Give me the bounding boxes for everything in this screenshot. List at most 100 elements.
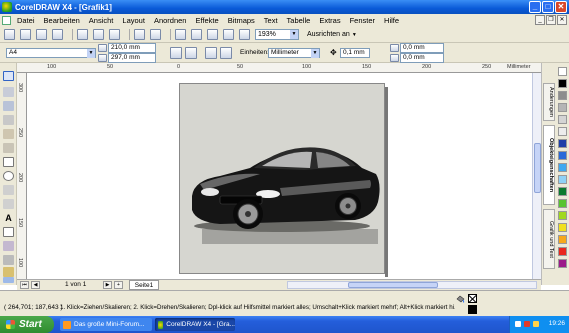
duplicate-y-field[interactable]: 0,0 mm	[400, 53, 444, 63]
add-page-button[interactable]: +	[114, 281, 123, 289]
outline-color-indicator[interactable]	[468, 305, 477, 314]
zoom-tool-icon[interactable]	[3, 115, 14, 125]
color-swatch[interactable]	[558, 175, 567, 184]
previous-page-button[interactable]: ◀	[31, 281, 40, 289]
units-select[interactable]: Millimeter ▼	[268, 48, 320, 58]
undo-icon[interactable]	[134, 29, 145, 40]
no-fill-indicator[interactable]	[468, 294, 477, 303]
import-icon[interactable]	[175, 29, 186, 40]
snap-to-dropdown[interactable]: Ausrichten an	[307, 31, 350, 38]
color-swatch[interactable]	[558, 211, 567, 220]
menu-ansicht[interactable]: Ansicht	[89, 16, 114, 25]
page-size-select[interactable]: A4 ▼	[6, 48, 96, 58]
close-button[interactable]: ✕	[555, 1, 567, 13]
chevron-down-icon[interactable]: ▼	[311, 49, 319, 58]
blend-tool-icon[interactable]	[3, 241, 14, 251]
minimize-button[interactable]: _	[529, 1, 541, 13]
color-swatch[interactable]	[558, 79, 567, 88]
rectangle-tool-icon[interactable]	[3, 157, 14, 167]
doc-minimize-button[interactable]: _	[535, 15, 545, 25]
color-swatch[interactable]	[558, 67, 567, 76]
smart-fill-tool-icon[interactable]	[3, 143, 14, 153]
portrait-icon[interactable]	[170, 47, 182, 59]
docker-tab-changes[interactable]: Änderungen	[543, 83, 555, 121]
first-page-button[interactable]: ⏮	[20, 281, 29, 289]
vertical-ruler[interactable]: 300 250 200 150 100	[17, 73, 27, 279]
menu-datei[interactable]: Datei	[17, 16, 35, 25]
save-icon[interactable]	[36, 29, 47, 40]
menu-effekte[interactable]: Effekte	[195, 16, 218, 25]
current-page-icon[interactable]	[220, 47, 232, 59]
cut-icon[interactable]	[77, 29, 88, 40]
docker-tab-object-properties[interactable]: Objekteigenschaften	[543, 125, 555, 205]
menu-fenster[interactable]: Fenster	[350, 16, 375, 25]
horizontal-scrollbar[interactable]	[287, 281, 537, 289]
vertical-scrollbar-thumb[interactable]	[534, 143, 541, 193]
crop-tool-icon[interactable]	[3, 101, 14, 111]
taskbar-item-forum[interactable]: Das große Mini-Forum...	[60, 318, 152, 331]
menu-layout[interactable]: Layout	[122, 16, 145, 25]
color-swatch[interactable]	[558, 91, 567, 100]
nudge-distance-field[interactable]: 0,1 mm	[340, 48, 370, 58]
page-tab-seite1[interactable]: Seite1	[129, 280, 159, 290]
menu-tabelle[interactable]: Tabelle	[287, 16, 311, 25]
redo-icon[interactable]	[150, 29, 161, 40]
paste-icon[interactable]	[109, 29, 120, 40]
menu-extras[interactable]: Extras	[319, 16, 340, 25]
color-swatch[interactable]	[558, 199, 567, 208]
basic-shapes-tool-icon[interactable]	[3, 199, 14, 209]
color-swatch[interactable]	[558, 223, 567, 232]
taskbar-item-coreldraw[interactable]: CorelDRAW X4 - [Gra...	[155, 318, 235, 331]
horizontal-scrollbar-thumb[interactable]	[348, 282, 438, 288]
maximize-button[interactable]: □	[542, 1, 554, 13]
color-swatch[interactable]	[558, 127, 567, 136]
horizontal-ruler[interactable]: 100 50 0 50 100 150 200 250 Millimeter	[17, 63, 541, 73]
welcome-screen-icon[interactable]	[239, 29, 250, 40]
menu-anordnen[interactable]: Anordnen	[154, 16, 187, 25]
drawing-canvas[interactable]	[27, 73, 532, 279]
all-pages-icon[interactable]	[205, 47, 217, 59]
doc-restore-button[interactable]: ❐	[546, 15, 556, 25]
chevron-down-icon[interactable]: ▼	[290, 30, 298, 39]
menu-bitmaps[interactable]: Bitmaps	[228, 16, 255, 25]
polygon-tool-icon[interactable]	[3, 185, 14, 195]
next-page-button[interactable]: ▶	[103, 281, 112, 289]
color-swatch[interactable]	[558, 259, 567, 268]
fill-tool-icon[interactable]	[3, 277, 14, 283]
landscape-icon[interactable]	[185, 47, 197, 59]
color-swatch[interactable]	[558, 139, 567, 148]
document-icon[interactable]	[2, 16, 11, 25]
doc-close-button[interactable]: ✕	[557, 15, 567, 25]
print-icon[interactable]	[52, 29, 63, 40]
shape-tool-icon[interactable]	[3, 87, 14, 97]
zoom-level-select[interactable]: 193% ▼	[255, 29, 299, 40]
color-swatch[interactable]	[558, 115, 567, 124]
color-swatch[interactable]	[558, 235, 567, 244]
eyedropper-tool-icon[interactable]	[3, 255, 14, 265]
color-swatch[interactable]	[558, 187, 567, 196]
coreldraw-app-icon[interactable]	[2, 2, 12, 12]
fill-bucket-icon[interactable]	[456, 294, 465, 303]
application-launcher-icon[interactable]	[223, 29, 234, 40]
menu-hilfe[interactable]: Hilfe	[384, 16, 399, 25]
freehand-tool-icon[interactable]	[3, 129, 14, 139]
document-page[interactable]	[179, 83, 385, 274]
duplicate-x-field[interactable]: 0,0 mm	[400, 43, 444, 53]
page-width-field[interactable]: 210,0 mm	[108, 43, 156, 53]
open-icon[interactable]	[20, 29, 31, 40]
page-height-field[interactable]: 297,0 mm	[108, 53, 156, 63]
outline-tool-icon[interactable]	[3, 267, 14, 277]
new-document-icon[interactable]	[4, 29, 15, 40]
tray-volume-icon[interactable]	[533, 321, 539, 327]
chevron-down-icon[interactable]: ▼	[87, 49, 95, 58]
tray-security-icon[interactable]	[524, 321, 530, 327]
color-swatch[interactable]	[558, 151, 567, 160]
publish-pdf-icon[interactable]	[207, 29, 218, 40]
ellipse-tool-icon[interactable]	[3, 171, 14, 181]
text-tool-icon[interactable]: A	[3, 213, 14, 223]
pick-tool-icon[interactable]	[3, 71, 14, 81]
docker-tab-graphics-and-text[interactable]: Grafik und Text	[543, 209, 555, 269]
tray-network-icon[interactable]	[515, 321, 521, 327]
vertical-scrollbar[interactable]	[532, 73, 541, 279]
menu-text[interactable]: Text	[264, 16, 278, 25]
